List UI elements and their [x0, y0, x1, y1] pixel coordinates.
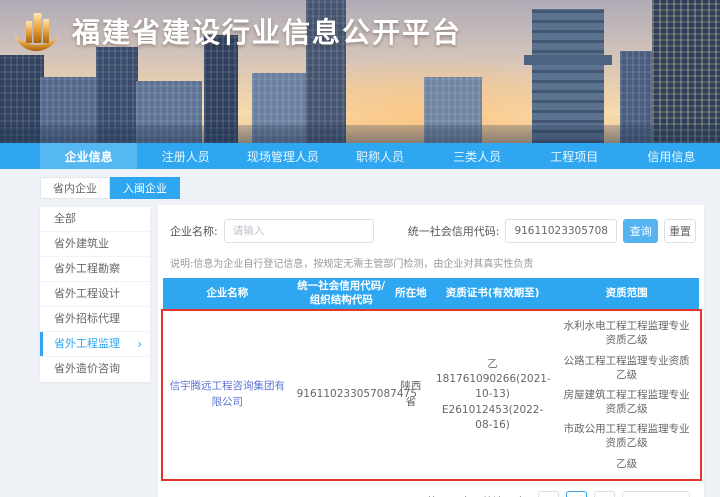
credit-code-input[interactable] — [505, 219, 618, 243]
table-header-row: 企业名称 统一社会信用代码/组织结构代码 所在地 资质证书(有效期至) 资质范围 — [163, 278, 699, 310]
col-header-company: 企业名称 — [206, 286, 249, 299]
reset-button[interactable]: 重置 — [664, 219, 696, 243]
pagination: 第 1-1 条 , 总计 1 条 < 1 > 10 条/页 — [158, 490, 690, 497]
company-name-input[interactable] — [223, 219, 374, 243]
search-form: 企业名称: 统一社会信用代码: 查询 重置 — [170, 218, 696, 244]
city-skyline — [0, 125, 720, 143]
results-table: 企业名称 统一社会信用代码/组织结构代码 所在地 资质证书(有效期至) 资质范围… — [161, 278, 702, 481]
city-skyline — [524, 9, 612, 143]
nav-tab-site-management-personnel[interactable]: 现场管理人员 — [234, 143, 331, 169]
nav-tab-title-personnel[interactable]: 职称人员 — [331, 143, 428, 169]
sidebar-item-label: 省外工程监理 — [54, 337, 120, 350]
sidebar-item-survey[interactable]: 省外工程勘察 — [40, 257, 150, 282]
sidebar-item-bidding-agency[interactable]: 省外招标代理 — [40, 307, 150, 332]
credit-code-label: 统一社会信用代码: — [407, 225, 500, 238]
company-link[interactable]: 信宇腾远工程咨询集团有限公司 — [170, 380, 286, 408]
table-row: 信宇腾远工程咨询集团有限公司 916110233057087475 陕西省 乙1… — [163, 309, 699, 481]
scope-entry: 市政公用工程工程监理专业资质乙级 — [563, 423, 690, 450]
prev-page-button[interactable]: < — [537, 490, 559, 497]
scope-cell: 水利水电工程工程监理专业资质乙级 公路工程工程监理专业资质乙级 房屋建筑工程工程… — [554, 309, 699, 481]
col-header-credit-code: 统一社会信用代码/组织结构代码 — [297, 280, 386, 306]
company-cell: 信宇腾远工程咨询集团有限公司 — [163, 375, 292, 415]
col-header-scope: 资质范围 — [605, 286, 648, 299]
certificates-cell: 乙181761090266(2021-10-13) E261012453(202… — [431, 353, 554, 437]
subtab-in-province[interactable]: 省内企业 — [40, 177, 110, 199]
nav-tab-registered-personnel[interactable]: 注册人员 — [137, 143, 234, 169]
main-panel: 企业名称: 统一社会信用代码: 查询 重置 说明:信息为企业自行登记信息，按规定… — [158, 205, 704, 497]
sidebar-item-construction[interactable]: 省外建筑业 — [40, 232, 150, 257]
scope-entry: 公路工程工程监理专业资质乙级 — [563, 354, 690, 381]
sidebar-item-all[interactable]: 全部 — [40, 207, 150, 232]
main-nav: 企业信息 注册人员 现场管理人员 职称人员 三类人员 工程项目 信用信息 — [0, 143, 720, 169]
city-skyline — [652, 0, 720, 143]
location-cell: 陕西省 — [400, 380, 422, 409]
nav-tab-enterprise-info[interactable]: 企业信息 — [40, 143, 138, 169]
header-banner: 福建省建设行业信息公开平台 — [0, 0, 720, 143]
scope-entry: 乙级 — [616, 457, 638, 470]
next-page-button[interactable]: > — [593, 490, 615, 497]
col-header-certificates: 资质证书(有效期至) — [445, 286, 540, 299]
certificate-entry: E261012453(2022-08-16) — [441, 403, 544, 431]
query-button[interactable]: 查询 — [623, 219, 659, 243]
page-number-button[interactable]: 1 — [565, 490, 587, 497]
nav-tab-projects[interactable]: 工程项目 — [526, 143, 623, 169]
credit-code-cell: 916110233057087475 — [296, 388, 417, 401]
nav-tab-credit-info[interactable]: 信用信息 — [623, 143, 720, 169]
brand: 福建省建设行业信息公开平台 — [12, 10, 462, 52]
page-size-select[interactable]: 10 条/页 — [621, 490, 690, 497]
sidebar-item-cost-consulting[interactable]: 省外造价咨询 — [40, 357, 150, 382]
sidebar-item-supervision[interactable]: 省外工程监理 › — [40, 332, 150, 357]
subtab-entering-fujian[interactable]: 入闽企业 — [110, 177, 180, 199]
disclaimer-text: 说明:信息为企业自行登记信息，按规定无需主管部门检测，由企业对其真实性负责 — [170, 259, 534, 270]
chevron-right-icon: › — [137, 337, 142, 351]
certificate-entry: 乙181761090266(2021-10-13) — [435, 358, 551, 401]
scope-entry: 水利水电工程工程监理专业资质乙级 — [563, 320, 690, 347]
sidebar-item-design[interactable]: 省外工程设计 — [40, 282, 150, 307]
scope-entry: 房屋建筑工程工程监理专业资质乙级 — [563, 388, 690, 416]
platform-title: 福建省建设行业信息公开平台 — [72, 16, 463, 49]
enterprise-scope-tabs: 省内企业 入闽企业 — [40, 177, 180, 199]
col-header-location: 所在地 — [395, 286, 427, 299]
company-name-label: 企业名称: — [170, 225, 218, 238]
nav-tab-three-types-personnel[interactable]: 三类人员 — [429, 143, 526, 169]
page: 福建省建设行业信息公开平台 企业信息 注册人员 现场管理人员 职称人员 三类人员… — [0, 0, 720, 497]
category-sidebar: 全部 省外建筑业 省外工程勘察 省外工程设计 省外招标代理 省外工程监理 › 省… — [40, 207, 150, 382]
gold-building-emblem-icon — [15, 13, 59, 52]
